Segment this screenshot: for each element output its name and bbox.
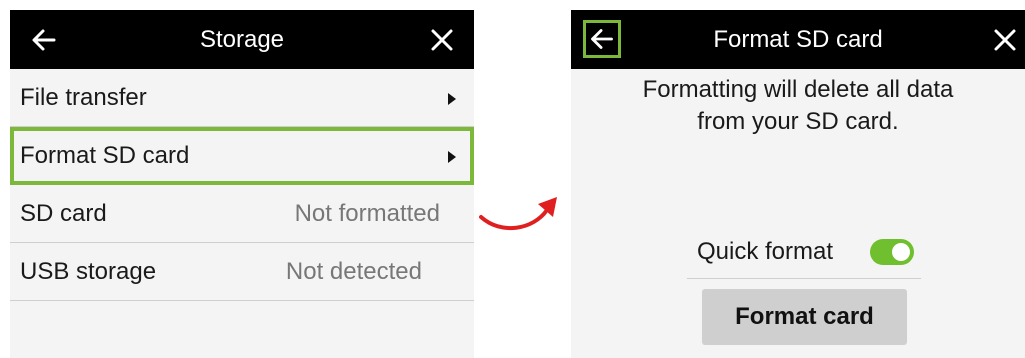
back-button-highlight (583, 20, 621, 58)
menu-item-label: File transfer (20, 84, 147, 111)
format-warning-message: Formatting will delete all data from you… (571, 74, 1025, 138)
storage-menu-list: File transfer Format SD card SD card Not… (10, 69, 474, 301)
close-icon[interactable] (985, 20, 1025, 60)
info-row-usb-storage: USB storage Not detected (10, 243, 474, 301)
info-row-label: SD card (20, 200, 107, 227)
info-row-value: Not formatted (294, 200, 440, 227)
quick-format-toggle[interactable] (870, 239, 914, 265)
page-title: Format SD card (713, 26, 883, 53)
format-card-button[interactable]: Format card (702, 289, 907, 345)
menu-item-label: Format SD card (20, 142, 190, 169)
quick-format-label: Quick format (697, 238, 834, 265)
menu-item-format-sd-card[interactable]: Format SD card (10, 127, 474, 185)
storage-title-bar: Storage (10, 10, 474, 69)
storage-screen: Storage File transfer Format SD card SD … (10, 10, 474, 358)
message-line: from your SD card. (697, 108, 899, 135)
info-row-sd-card: SD card Not formatted (10, 185, 474, 243)
menu-item-file-transfer[interactable]: File transfer (10, 69, 474, 127)
chevron-right-icon (448, 151, 456, 163)
chevron-right-icon (448, 93, 456, 105)
quick-format-row: Quick format (687, 230, 921, 279)
toggle-knob (892, 243, 910, 261)
info-row-label: USB storage (20, 258, 157, 285)
close-icon[interactable] (422, 20, 462, 60)
info-row-value: Not detected (285, 258, 422, 285)
page-title: Storage (199, 26, 285, 53)
flow-arrow-icon (479, 197, 557, 231)
back-arrow-icon[interactable] (24, 20, 64, 60)
format-sd-card-screen: Format SD card Formatting will delete al… (571, 10, 1025, 358)
message-line: Formatting will delete all data (642, 76, 954, 103)
format-title-bar: Format SD card (571, 10, 1025, 69)
